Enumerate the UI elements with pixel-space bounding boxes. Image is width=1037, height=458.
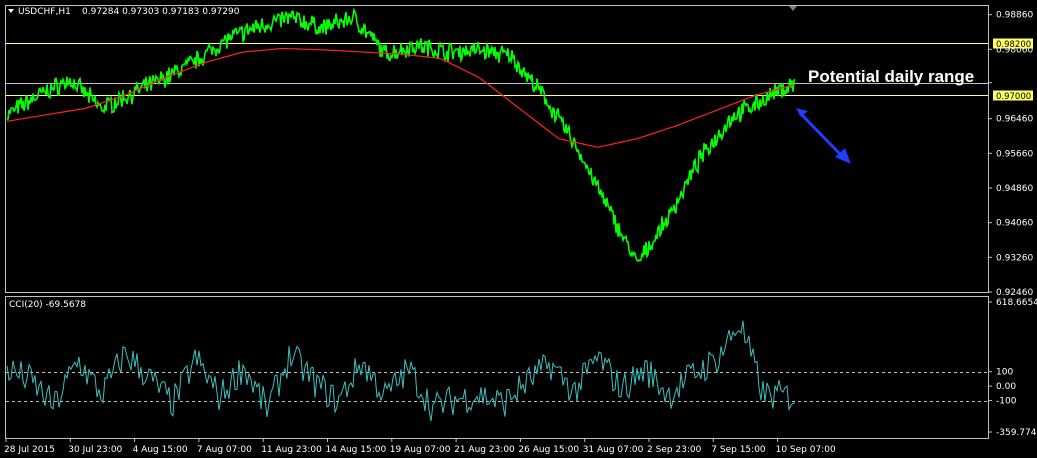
y-tick-label-5: 0.94860 — [996, 184, 1033, 194]
chart-canvas: 0.988600.980600.972900.964600.956600.948… — [4, 5, 1037, 455]
y-tick-label-6: 0.94060 — [996, 219, 1033, 229]
y-tick-label-8: 0.92460 — [996, 288, 1033, 298]
cci-levels — [6, 372, 988, 402]
x-tick-label-3: 7 Aug 07:00 — [197, 445, 252, 455]
level-tag-label-1: 0.97290 — [996, 80, 1031, 90]
x-tick-label-0: 28 Jul 2015 — [4, 445, 55, 455]
cci-panel-frame — [5, 296, 989, 439]
y-tick-label-4: 0.95660 — [996, 149, 1033, 159]
chart-title: USDCHF,H1 — [18, 7, 71, 17]
x-tick-label-6: 19 Aug 07:00 — [390, 445, 451, 455]
y-tick-label-7: 0.93260 — [996, 253, 1033, 263]
cci-y-tick-label-0: 618.6654 — [996, 298, 1037, 308]
x-tick-label-2: 4 Aug 15:00 — [133, 445, 188, 455]
x-tick-label-8: 26 Aug 15:00 — [518, 445, 579, 455]
x-tick-label-5: 14 Aug 15:00 — [326, 445, 387, 455]
dropdown-triangle-icon[interactable] — [8, 9, 14, 13]
x-tick-label-11: 7 Sep 15:00 — [711, 445, 766, 455]
cci-y-tick-label-4: -359.7745 — [996, 428, 1037, 438]
y-tick-label-0: 0.98860 — [996, 11, 1033, 21]
ohlc-readout: 0.97284 0.97303 0.97183 0.97290 — [82, 7, 240, 17]
annotation-text: Potential daily range — [808, 67, 974, 86]
level-tags: 0.98200 0.97290 0.97000 — [993, 38, 1033, 102]
x-tick-label-1: 30 Jul 23:00 — [68, 445, 122, 455]
cci-y-tick-label-1: 100 — [996, 368, 1013, 378]
x-tick-label-7: 21 Aug 23:00 — [454, 445, 515, 455]
shift-marker-icon[interactable] — [789, 6, 797, 11]
main-panel-frame — [5, 5, 989, 293]
cci-title: CCI(20) -69.5678 — [9, 300, 86, 310]
level-tag-label-2: 0.97000 — [996, 92, 1031, 102]
x-tick-label-12: 10 Sep 07:00 — [776, 445, 836, 455]
y-axis-ticks: 0.988600.980600.972900.964600.956600.948… — [988, 11, 1037, 438]
x-axis-ticks: 28 Jul 2015 30 Jul 23:00 4 Aug 15:00 7 Aug … — [4, 438, 836, 455]
x-tick-label-9: 31 Aug 07:00 — [583, 445, 644, 455]
cci-y-tick-label-2: 0.00 — [996, 382, 1016, 392]
series-layer — [6, 7, 796, 422]
x-tick-label-10: 2 Sep 23:00 — [647, 445, 702, 455]
moving-average-line — [6, 47, 794, 148]
cci-series-line — [6, 320, 796, 422]
price-series-line — [6, 7, 796, 263]
cci-y-tick-label-3: -100 — [996, 397, 1017, 407]
x-tick-label-4: 11 Aug 23:00 — [261, 445, 322, 455]
blue-arrow — [796, 108, 851, 164]
y-tick-label-3: 0.96460 — [996, 115, 1033, 125]
level-tag-label-0: 0.98200 — [996, 40, 1031, 50]
